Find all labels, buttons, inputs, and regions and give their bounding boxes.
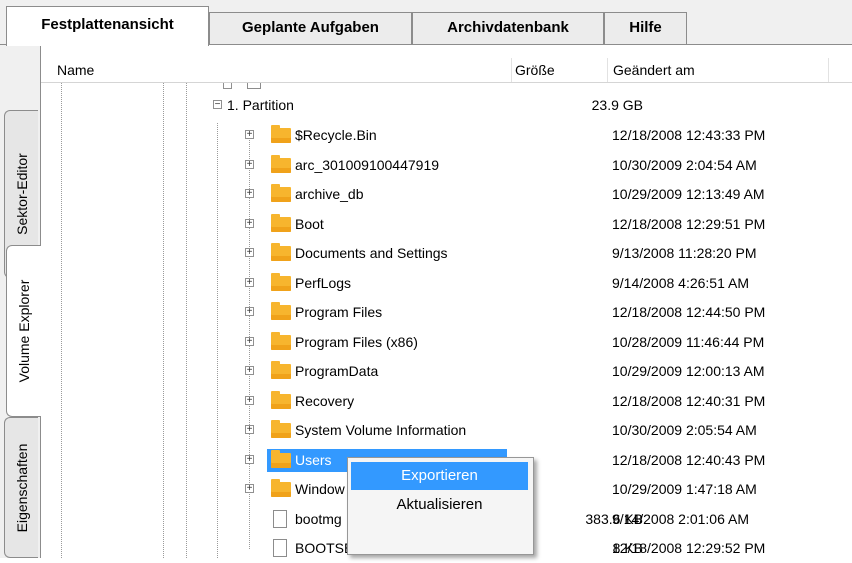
item-modified-date: 12/18/2008 12:43:33 PM: [612, 127, 766, 143]
folder-row[interactable]: + ProgramData 10/29/2009 12:00:13 AM: [41, 357, 852, 386]
tab-hilfe[interactable]: Hilfe: [604, 12, 687, 44]
context-menu-exportieren[interactable]: Exportieren: [351, 462, 528, 490]
folder-row[interactable]: + PerfLogs 9/14/2008 4:26:51 AM: [41, 269, 852, 298]
item-modified-date: 10/28/2009 11:46:44 PM: [612, 334, 765, 350]
side-tab-strip: Sektor-Editor Volume Explorer Eigenschaf…: [0, 45, 41, 558]
partition-size: 23.9 GB: [591, 97, 643, 113]
folder-icon: [271, 420, 291, 438]
expand-plus-icon[interactable]: +: [245, 396, 254, 406]
folder-row[interactable]: + Boot 12/18/2008 12:29:51 PM: [41, 210, 852, 239]
column-header-modified[interactable]: Geändert am: [613, 62, 695, 78]
folder-icon: [271, 214, 291, 232]
side-tab-label: Sektor-Editor: [13, 153, 30, 235]
folder-row[interactable]: + Program Files 12/18/2008 12:44:50 PM: [41, 298, 852, 327]
folder-icon: [271, 302, 291, 320]
expand-plus-icon[interactable]: +: [245, 130, 254, 140]
clipped-row: [223, 83, 823, 89]
item-modified-date: 10/29/2009 12:13:49 AM: [612, 186, 765, 202]
file-icon: [273, 510, 287, 528]
side-tab-volume-explorer[interactable]: Volume Explorer: [6, 245, 41, 417]
folder-icon: [271, 332, 291, 350]
column-divider[interactable]: [607, 58, 608, 82]
expand-plus-icon[interactable]: +: [245, 278, 254, 288]
expand-plus-icon[interactable]: +: [245, 307, 254, 317]
item-modified-date: 10/29/2009 1:47:18 AM: [612, 481, 757, 497]
item-name: Program Files (x86): [295, 334, 418, 350]
expand-plus-icon[interactable]: +: [245, 455, 254, 465]
folder-icon: [271, 243, 291, 261]
folder-icon: [271, 361, 291, 379]
item-name: Boot: [295, 216, 324, 232]
folder-icon: [271, 273, 291, 291]
folder-row[interactable]: + Program Files (x86) 10/28/2009 11:46:44 …: [41, 328, 852, 357]
expand-plus-icon[interactable]: +: [245, 189, 254, 199]
context-menu: Exportieren Aktualisieren: [347, 457, 534, 555]
side-tab-eigenschaften[interactable]: Eigenschaften: [4, 417, 38, 558]
folder-icon: [271, 155, 291, 173]
item-name: arc_301009100447919: [295, 157, 440, 173]
side-tab-label: Volume Explorer: [16, 279, 32, 383]
item-name: $Recycle.Bin: [295, 127, 377, 143]
folder-icon: [271, 450, 291, 468]
item-modified-date: 9/13/2008 11:28:20 PM: [612, 245, 757, 261]
item-name: Documents and Settings: [295, 245, 448, 261]
item-modified-date: 12/18/2008 12:29:52 PM: [612, 540, 766, 556]
folder-row[interactable]: + System Volume Information 10/30/2009 2:0…: [41, 416, 852, 445]
item-modified-date: 12/18/2008 12:40:43 PM: [612, 452, 766, 468]
folder-row[interactable]: + arc_301009100447919 10/30/2009 2:04:54 A…: [41, 151, 852, 180]
folder-row[interactable]: + archive_db 10/29/2009 12:13:49 AM: [41, 180, 852, 209]
item-modified-date: 12/18/2008 12:29:51 PM: [612, 216, 766, 232]
item-modified-date: 10/29/2009 12:00:13 AM: [612, 363, 765, 379]
tree-row-partition[interactable]: − 1. Partition 23.9 GB: [41, 91, 852, 120]
expand-plus-icon[interactable]: +: [245, 248, 254, 258]
main-tab-strip: Festplattenansicht Geplante Aufgaben Arc…: [0, 0, 852, 46]
item-name: ProgramData: [295, 363, 379, 379]
item-name: archive_db: [295, 186, 364, 202]
disk-icon: [247, 83, 261, 89]
file-icon: [273, 539, 287, 557]
folder-icon: [271, 391, 291, 409]
collapse-minus-icon[interactable]: −: [213, 100, 222, 110]
item-modified-date: 10/30/2009 2:05:54 AM: [612, 422, 757, 438]
folder-row[interactable]: + $Recycle.Bin 12/18/2008 12:43:33 PM: [41, 121, 852, 150]
item-name: bootmg: [295, 511, 342, 527]
item-name: Program Files: [295, 304, 383, 320]
item-name: System Volume Information: [295, 422, 467, 438]
column-header-size[interactable]: Größe: [515, 62, 555, 78]
item-modified-date: 12/18/2008 12:40:31 PM: [612, 393, 766, 409]
column-header: Name Größe Geändert am: [41, 58, 852, 83]
expand-plus-icon[interactable]: +: [245, 425, 254, 435]
expand-plus-icon[interactable]: +: [245, 337, 254, 347]
folder-icon: [271, 125, 291, 143]
tab-festplattenansicht[interactable]: Festplattenansicht: [6, 6, 209, 46]
column-divider[interactable]: [828, 58, 829, 82]
column-divider[interactable]: [511, 58, 512, 82]
column-header-name[interactable]: Name: [57, 62, 94, 78]
expand-plus-icon[interactable]: +: [245, 219, 254, 229]
expand-plus-icon[interactable]: +: [245, 160, 254, 170]
side-tab-label: Eigenschaften: [13, 443, 30, 532]
item-modified-date: 9/14/2008 4:26:51 AM: [612, 275, 749, 291]
folder-icon: [271, 479, 291, 497]
tab-geplante-aufgaben[interactable]: Geplante Aufgaben: [209, 12, 412, 44]
expand-plus-icon[interactable]: +: [245, 484, 254, 494]
folder-icon: [271, 184, 291, 202]
tab-archivdatenbank[interactable]: Archivdatenbank: [412, 12, 604, 44]
item-name: Window: [295, 481, 345, 497]
item-modified-date: 9/14/2008 2:01:06 AM: [612, 511, 749, 527]
item-modified-date: 12/18/2008 12:44:50 PM: [612, 304, 766, 320]
item-name: PerfLogs: [295, 275, 352, 291]
item-name: Users: [295, 452, 332, 468]
expand-plus-icon[interactable]: +: [245, 366, 254, 376]
context-menu-aktualisieren[interactable]: Aktualisieren: [351, 491, 528, 519]
folder-row[interactable]: + Documents and Settings 9/13/2008 11:28:2…: [41, 239, 852, 268]
folder-row[interactable]: + Recovery 12/18/2008 12:40:31 PM: [41, 387, 852, 416]
expand-icon: [223, 83, 232, 89]
item-name: Recovery: [295, 393, 355, 409]
item-modified-date: 10/30/2009 2:04:54 AM: [612, 157, 757, 173]
partition-label: 1. Partition: [227, 97, 294, 113]
